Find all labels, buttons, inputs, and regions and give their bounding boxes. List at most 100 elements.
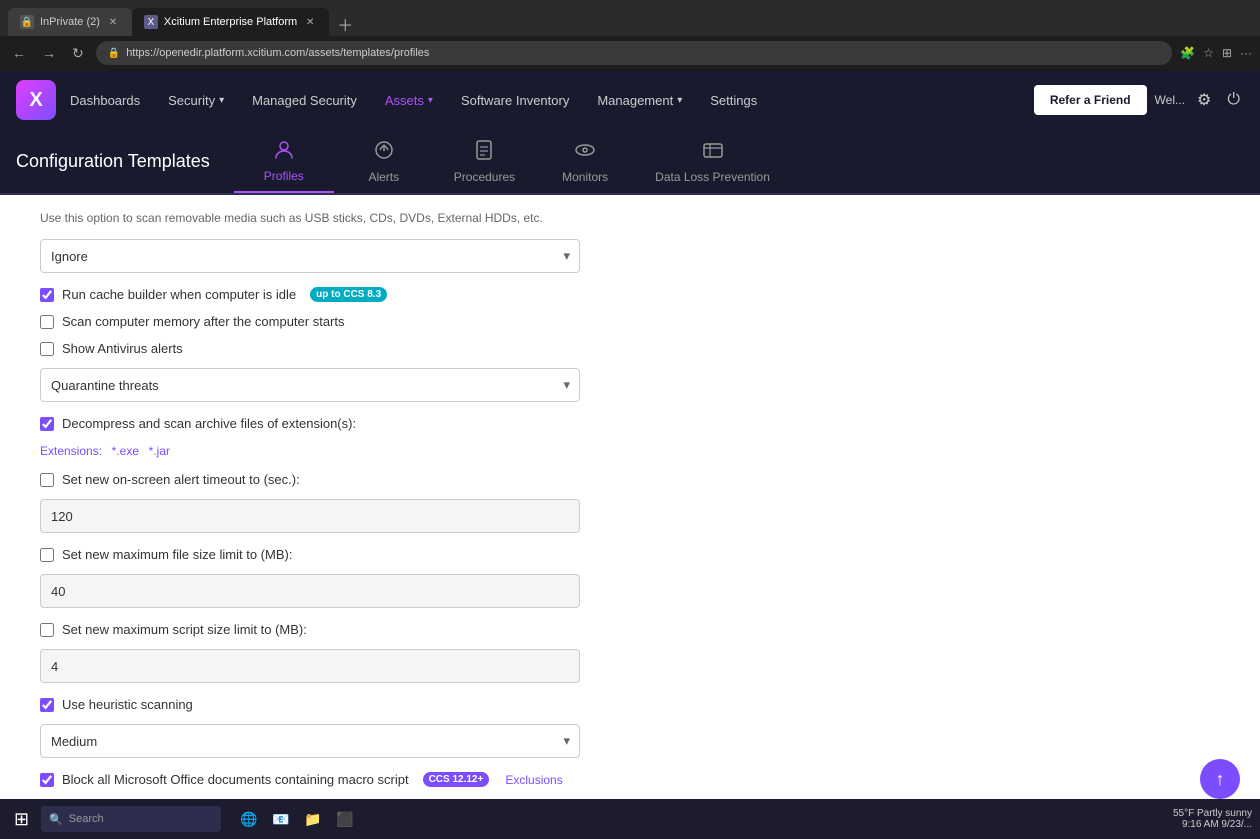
dropdown1-select[interactable]: Ignore Scan Block [40,239,580,273]
welcome-text: Wel... [1155,93,1185,107]
input-max-script[interactable] [40,649,580,683]
nav-management[interactable]: Management ▾ [583,70,696,130]
procedures-icon [473,139,495,166]
checkbox-alert-timeout-row: Set new on-screen alert timeout to (sec.… [40,472,640,487]
dropdown2-wrapper: Quarantine threats Ignore Block Delete ▾ [40,368,580,402]
tab-monitors-label: Monitors [562,170,608,184]
exclusions-link[interactable]: Exclusions [505,773,562,787]
checkbox-max-script-label: Set new maximum script size limit to (MB… [62,622,307,637]
checkbox-heuristic[interactable] [40,698,54,712]
nav-assets[interactable]: Assets ▾ [371,70,447,130]
checkbox-macro[interactable] [40,773,54,787]
tab-profiles[interactable]: Profiles [234,130,334,193]
nav-settings[interactable]: Settings [696,70,771,130]
nav-security[interactable]: Security ▾ [154,70,238,130]
address-bar: ← → ↻ 🔒 https://openedir.platform.xcitiu… [0,36,1260,70]
checkbox-cache-row: Run cache builder when computer is idle … [40,287,640,302]
checkbox-scan-memory-label: Scan computer memory after the computer … [62,314,345,329]
extensions-icon[interactable]: 🧩 [1180,46,1195,60]
tab-label-inprivate: InPrivate (2) [40,16,100,28]
checkbox-show-alerts[interactable] [40,342,54,356]
nav-dashboards-label: Dashboards [70,93,140,108]
input-timeout[interactable] [40,499,580,533]
settings-icon[interactable]: ⚙ [1193,86,1215,114]
checkbox-cache-label: Run cache builder when computer is idle [62,287,296,302]
tab-inprivate[interactable]: 🔒 InPrivate (2) ✕ [8,8,132,36]
browser-chrome: 🔒 InPrivate (2) ✕ X Xcitium Enterprise P… [0,0,1260,36]
taskbar-right: 55°F Partly sunny 9:16 AM 9/23/... [1173,808,1252,830]
extensions-row: Extensions: *.exe *.jar [40,443,640,458]
scroll-to-top-button[interactable]: ↑ [1200,759,1240,799]
nav-security-label: Security [168,93,215,108]
nav-managed-security[interactable]: Managed Security [238,70,371,130]
input-max-file-row [40,574,640,608]
tab-dlp[interactable]: Data Loss Prevention [635,130,790,193]
ext-tag-jar[interactable]: *.jar [149,444,170,458]
new-tab-button[interactable]: ＋ [329,12,361,36]
tab-procedures-label: Procedures [454,170,515,184]
nav-assets-label: Assets [385,93,424,108]
refresh-button[interactable]: ↻ [68,41,88,66]
favorites-icon[interactable]: ☆ [1203,46,1214,60]
checkbox-decompress-label: Decompress and scan archive files of ext… [62,416,356,431]
nav-assets-chevron: ▾ [428,95,433,106]
browser-actions: 🧩 ☆ ⊞ ··· [1180,46,1252,60]
nav-right: Refer a Friend Wel... ⚙ ⏻ [1034,85,1244,115]
tab-label-xcitium: Xcitium Enterprise Platform [164,16,297,28]
time-display: 9:16 AM 9/23/... [1173,819,1252,830]
extensions-label[interactable]: Extensions: [40,444,102,458]
tab-procedures[interactable]: Procedures [434,130,535,193]
nav-management-label: Management [597,93,673,108]
collections-icon[interactable]: ⊞ [1222,46,1232,60]
taskbar-app-terminal[interactable]: ⬛ [331,805,359,833]
dropdown3-select[interactable]: Low Medium High [40,724,580,758]
dropdown2-row: Quarantine threats Ignore Block Delete ▾ [40,368,640,402]
taskbar-search-label: Search [69,813,104,825]
checkbox-decompress[interactable] [40,417,54,431]
taskbar-app-files[interactable]: 📁 [299,805,327,833]
input-max-file[interactable] [40,574,580,608]
badge-ccs1212: CCS 12.12+ [423,772,490,787]
nav-settings-label: Settings [710,93,757,108]
taskbar-app-mail[interactable]: 📧 [267,805,295,833]
weather-display: 55°F Partly sunny [1173,808,1252,819]
tab-monitors[interactable]: Monitors [535,130,635,193]
checkbox-decompress-row: Decompress and scan archive files of ext… [40,416,640,431]
dropdown2-select[interactable]: Quarantine threats Ignore Block Delete [40,368,580,402]
checkbox-scan-memory[interactable] [40,315,54,329]
app-nav: X Dashboards Security ▾ Managed Security… [0,70,1260,130]
sub-nav: Configuration Templates Profiles Alerts [0,130,1260,195]
checkbox-cache[interactable] [40,288,54,302]
tab-alerts[interactable]: Alerts [334,130,434,193]
nav-software-inventory[interactable]: Software Inventory [447,70,583,130]
page-title: Configuration Templates [16,130,234,193]
ext-tag-exe[interactable]: *.exe [112,444,139,458]
input-max-script-row [40,649,640,683]
url-bar[interactable]: 🔒 https://openedir.platform.xcitium.com/… [96,41,1172,65]
back-button[interactable]: ← [8,41,30,65]
taskbar-app-edge[interactable]: 🌐 [235,805,263,833]
checkbox-max-script[interactable] [40,623,54,637]
tab-close-xcitium[interactable]: ✕ [303,15,317,29]
checkbox-max-script-row: Set new maximum script size limit to (MB… [40,622,640,637]
forward-button[interactable]: → [38,41,60,65]
taskbar-search[interactable]: 🔍 Search [41,806,221,832]
dlp-icon [702,139,724,166]
taskbar: ⊞ 🔍 Search 🌐 📧 📁 ⬛ 55°F Partly sunny 9:1… [0,799,1260,839]
checkbox-max-file-row: Set new maximum file size limit to (MB): [40,547,640,562]
url-text: https://openedir.platform.xcitium.com/as… [126,47,429,59]
badge-ccs83: up to CCS 8.3 [310,287,387,302]
tab-close-inprivate[interactable]: ✕ [106,15,120,29]
checkbox-max-file-label: Set new maximum file size limit to (MB): [62,547,292,562]
more-icon[interactable]: ··· [1240,46,1252,60]
nav-dashboards[interactable]: Dashboards [56,70,154,130]
checkbox-max-file[interactable] [40,548,54,562]
nav-software-inventory-label: Software Inventory [461,93,569,108]
start-button[interactable]: ⊞ [8,805,35,834]
logout-icon[interactable]: ⏻ [1223,87,1244,113]
refer-button[interactable]: Refer a Friend [1034,85,1147,115]
tab-alerts-label: Alerts [368,170,399,184]
nav-security-chevron: ▾ [219,95,224,106]
checkbox-alert-timeout[interactable] [40,473,54,487]
tab-xcitium[interactable]: X Xcitium Enterprise Platform ✕ [132,8,329,36]
